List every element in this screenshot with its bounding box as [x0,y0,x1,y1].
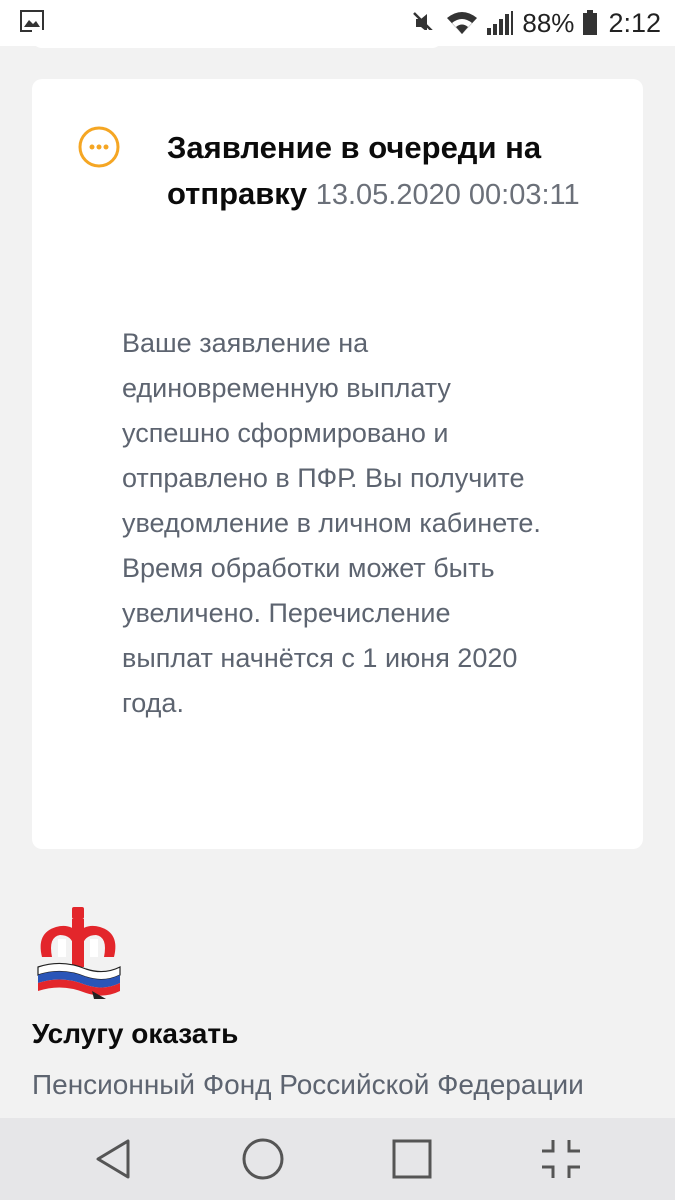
clock: 2:12 [608,7,661,38]
battery-percent: 88% [522,7,575,38]
status-timestamp: 13.05.2020 00:03:11 [315,179,580,211]
navigation-bar [0,1118,675,1200]
battery-icon [582,10,598,36]
status-description: Ваше заявление на единовременную выплату… [122,328,541,718]
fullscreen-exit-icon[interactable] [531,1129,591,1189]
screen: 88% 2:12 Заявление в очереди на отправку… [0,0,675,1200]
more-dots-icon [78,126,120,168]
provider-label: Услугу оказать [32,1018,239,1049]
signal-icon [486,10,514,36]
application-status-card: Заявление в очереди на отправку 13.05.20… [32,79,643,849]
status-title: Заявление в очереди на отправку 13.05.20… [167,125,587,218]
previous-card-edge [32,30,442,48]
pfr-logo [32,905,124,1001]
recents-icon[interactable] [382,1129,442,1189]
back-icon[interactable] [84,1129,144,1189]
wifi-icon [446,10,478,36]
provider-name: Пенсионный Фонд Российской Федерации [32,1069,584,1100]
home-icon[interactable] [233,1129,293,1189]
